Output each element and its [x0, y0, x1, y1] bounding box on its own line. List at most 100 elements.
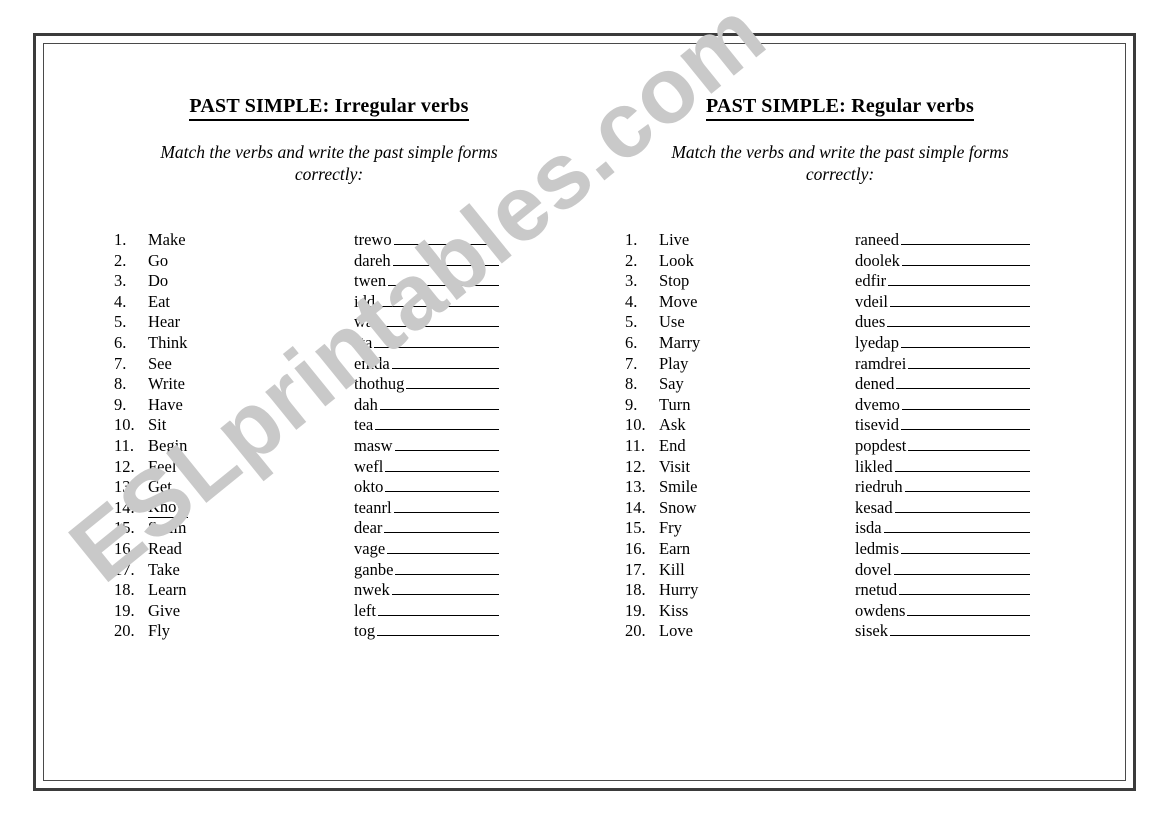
- answer-blank-line[interactable]: [377, 621, 499, 637]
- answer-blank-line[interactable]: [385, 477, 499, 493]
- verb-item-word: Hear: [148, 312, 181, 332]
- scrambled-word-row: riedruh: [855, 477, 1030, 498]
- verb-list-item: 1. Live: [625, 230, 840, 251]
- verb-item-number: 5.: [114, 312, 127, 332]
- scrambled-word-row: tog: [354, 621, 499, 642]
- answer-blank-line[interactable]: [374, 333, 499, 348]
- verb-list-item: 5. Hear: [114, 312, 329, 333]
- answer-blank-line[interactable]: [394, 436, 499, 451]
- answer-blank-line[interactable]: [908, 354, 1030, 369]
- verb-item-number: 15.: [625, 518, 646, 538]
- verb-item-word: Eat: [148, 291, 170, 311]
- scrambled-word-row: emda: [354, 354, 499, 375]
- answer-blank-line[interactable]: [888, 271, 1030, 287]
- scrambled-word: isda: [855, 518, 882, 538]
- answer-blank-line[interactable]: [900, 230, 1030, 245]
- worksheet-title-regular-text: PAST SIMPLE: Regular verbs: [706, 95, 974, 121]
- verb-list-item: 10. Sit: [114, 415, 329, 436]
- verb-item-number: 6.: [625, 332, 638, 352]
- answer-blank-line[interactable]: [907, 601, 1030, 616]
- verb-item-word: Go: [148, 250, 169, 270]
- answer-blank-line[interactable]: [377, 292, 499, 307]
- answer-blank-line[interactable]: [894, 457, 1030, 472]
- verb-list-item: 16. Read: [114, 539, 329, 560]
- verb-item-number: 14.: [114, 497, 135, 517]
- answer-blank-line[interactable]: [887, 312, 1030, 328]
- answer-blank-line[interactable]: [385, 457, 499, 472]
- scrambled-word-row: edfir: [855, 271, 1030, 292]
- scrambled-word-row: trewo: [354, 230, 499, 251]
- answer-blank-line[interactable]: [393, 230, 499, 245]
- answer-blank-line[interactable]: [406, 374, 499, 390]
- verb-list-item: 15. Fry: [625, 518, 840, 539]
- answer-blank-line[interactable]: [901, 415, 1030, 431]
- verb-list-item: 18. Hurry: [625, 580, 840, 601]
- answer-blank-line[interactable]: [375, 415, 499, 431]
- verb-list-item: 18. Learn: [114, 580, 329, 601]
- answer-blank-line[interactable]: [391, 354, 499, 369]
- answer-blank-line[interactable]: [384, 518, 499, 534]
- answer-blank-line[interactable]: [393, 498, 499, 513]
- answer-blank-line[interactable]: [893, 560, 1030, 575]
- scrambled-word: ledmis: [855, 538, 899, 558]
- scrambled-word: raneed: [855, 230, 899, 249]
- answer-blank-line[interactable]: [395, 560, 499, 575]
- verb-item-word: Earn: [659, 538, 691, 558]
- scrambled-word-row: dened: [855, 374, 1030, 395]
- answer-blank-line[interactable]: [387, 539, 499, 554]
- scrambled-word: masw: [354, 435, 393, 455]
- verb-item-word: Have: [148, 394, 183, 414]
- verb-list-item: 17. Kill: [625, 560, 840, 581]
- answer-blank-line[interactable]: [890, 292, 1030, 307]
- answer-blank-line[interactable]: [899, 580, 1030, 596]
- answer-blank-line[interactable]: [391, 580, 499, 596]
- answer-blank-line[interactable]: [883, 518, 1030, 534]
- answer-blank-line[interactable]: [379, 395, 499, 410]
- verb-item-number: 20.: [625, 621, 646, 641]
- scrambled-word: thothug: [354, 374, 405, 394]
- verb-list-item: 5. Use: [625, 312, 840, 333]
- answer-blank-line[interactable]: [392, 251, 499, 266]
- answer-blank-line[interactable]: [890, 621, 1030, 637]
- verb-list-item: 8. Write: [114, 374, 329, 395]
- scrambled-word-row: raneed: [855, 230, 1030, 251]
- answer-blank-line[interactable]: [388, 271, 499, 287]
- verb-list-item: 16. Earn: [625, 539, 840, 560]
- answer-blank-line[interactable]: [901, 539, 1030, 554]
- verb-list-item: 6. Marry: [625, 333, 840, 354]
- answer-blank-line[interactable]: [894, 498, 1030, 513]
- answer-blank-line[interactable]: [901, 395, 1030, 410]
- scrambled-word: dened: [855, 374, 895, 394]
- verb-list-item: 2. Look: [625, 251, 840, 272]
- scrambled-word-row: ganbe: [354, 560, 499, 581]
- verb-item-number: 8.: [114, 374, 127, 394]
- scrambled-word: left: [354, 600, 376, 620]
- scrambled-word-row: tea: [354, 415, 499, 436]
- answer-blank-line[interactable]: [900, 333, 1030, 348]
- verb-item-number: 7.: [114, 353, 127, 373]
- scrambled-word: trewo: [354, 230, 392, 249]
- answer-blank-line[interactable]: [381, 312, 499, 328]
- verb-item-word: Love: [659, 621, 693, 641]
- verb-list-item: 20. Fly: [114, 621, 329, 642]
- verb-item-word: Think: [148, 332, 188, 352]
- scrambled-word: ganbe: [354, 559, 394, 579]
- verb-item-word: Move: [659, 291, 698, 311]
- answer-blank-line[interactable]: [378, 601, 499, 616]
- answer-blank-line[interactable]: [908, 436, 1030, 451]
- verb-item-word: Turn: [659, 394, 691, 414]
- verb-item-number: 2.: [114, 250, 127, 270]
- scrambled-word: okto: [354, 477, 384, 497]
- verb-item-word: Marry: [659, 332, 701, 352]
- scrambled-word: vage: [354, 538, 386, 558]
- answer-blank-line[interactable]: [904, 477, 1030, 493]
- verb-item-word: Smile: [659, 477, 698, 497]
- answer-blank-line[interactable]: [901, 251, 1030, 266]
- verb-list-item: 14. Snow: [625, 498, 840, 519]
- answer-blank-line[interactable]: [896, 374, 1030, 390]
- verb-list-item: 4. Move: [625, 292, 840, 313]
- verb-item-word: Look: [659, 250, 694, 270]
- scrambled-word: sisek: [855, 621, 888, 641]
- verb-item-word: Do: [148, 271, 169, 291]
- verb-item-number: 3.: [114, 271, 127, 291]
